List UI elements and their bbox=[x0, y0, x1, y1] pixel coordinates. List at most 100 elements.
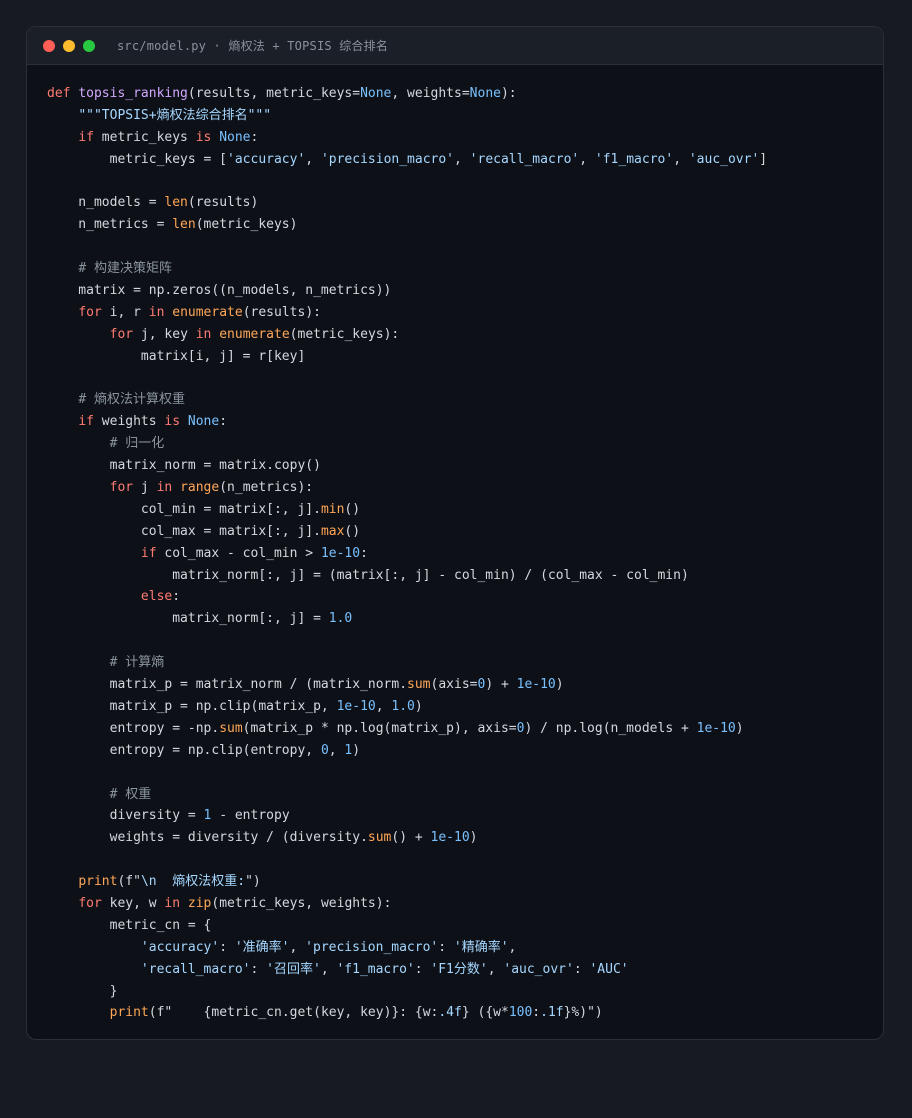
code-token: len bbox=[164, 195, 188, 211]
code-token: 1.0 bbox=[391, 698, 415, 714]
code-token: metric_cn = { bbox=[47, 917, 212, 933]
code-line: matrix[i, j] = r[key] bbox=[47, 346, 767, 368]
code-token: col_max = matrix[:, j]. bbox=[47, 523, 321, 539]
code-line: # 熵权法计算权重 bbox=[47, 389, 767, 411]
code-token: matrix_norm = matrix.copy() bbox=[47, 458, 321, 474]
code-line: for i, r in enumerate(results): bbox=[47, 302, 767, 324]
code-token: (metric_keys): bbox=[289, 326, 400, 342]
code-token: key, w bbox=[101, 895, 165, 911]
code-token: in bbox=[156, 480, 173, 496]
code-token: , bbox=[328, 742, 345, 758]
code-token: for bbox=[78, 895, 102, 911]
code-token: topsis_ranking bbox=[78, 86, 188, 101]
code-token: ) bbox=[469, 830, 478, 846]
code-token: 'f1_macro' bbox=[594, 151, 674, 167]
code-token: (results): bbox=[242, 304, 321, 320]
code-line: matrix_norm[:, j] = 1.0 bbox=[47, 608, 767, 630]
code-line: matrix = np.zeros((n_models, n_metrics)) bbox=[47, 280, 767, 302]
code-token: ) + bbox=[485, 677, 517, 693]
maximize-window-button[interactable] bbox=[83, 39, 95, 52]
code-token: entropy = -np. bbox=[47, 720, 220, 736]
code-token: (axis= bbox=[430, 677, 478, 693]
code-token: : bbox=[250, 129, 259, 145]
code-token: .1f bbox=[540, 1005, 564, 1021]
code-token: j bbox=[133, 480, 157, 496]
code-token: 'precision_macro' bbox=[320, 151, 455, 167]
code-token: 'precision_macro' bbox=[305, 939, 439, 955]
code-token: matrix_p = matrix_norm / (matrix_norm. bbox=[47, 677, 408, 693]
code-token: i, r bbox=[101, 304, 149, 320]
code-line: for j in range(n_metrics): bbox=[47, 477, 767, 499]
code-token: col_max - col_min > bbox=[156, 545, 321, 561]
code-token: sum bbox=[407, 677, 431, 693]
code-token: , bbox=[487, 961, 504, 977]
code-token: # 构建决策矩阵 bbox=[78, 261, 172, 277]
code-line: 'accuracy': '准确率', 'precision_macro': '精… bbox=[47, 937, 767, 959]
code-token: 'AUC' bbox=[589, 961, 629, 977]
code-token: '召回率' bbox=[266, 961, 321, 977]
code-token: else bbox=[140, 589, 173, 605]
code-token: .4f bbox=[438, 1005, 462, 1021]
code-token: (n_metrics): bbox=[219, 480, 314, 496]
code-token: , bbox=[320, 961, 337, 977]
code-token: (matrix_p * np.log(matrix_p), axis= bbox=[242, 720, 517, 736]
code-token: for bbox=[109, 480, 134, 496]
code-token: , bbox=[305, 151, 321, 167]
code-token: matrix[i, j] = r[key] bbox=[47, 348, 306, 364]
code-token: \n 熵权法权重: bbox=[140, 874, 246, 890]
code-token: metric_keys bbox=[93, 129, 196, 145]
code-token: (metric_keys) bbox=[195, 217, 298, 233]
code-line: matrix_norm[:, j] = (matrix[:, j] - col_… bbox=[47, 565, 767, 587]
code-token: 'f1_macro' bbox=[336, 961, 415, 977]
code-token: : bbox=[219, 939, 235, 955]
code-token: for bbox=[78, 304, 102, 320]
code-token: None bbox=[187, 414, 220, 430]
code-token: range bbox=[180, 480, 220, 496]
close-window-button[interactable] bbox=[43, 39, 55, 52]
code-token: : bbox=[219, 414, 228, 430]
code-token: in bbox=[164, 895, 181, 911]
code-line: # 计算熵 bbox=[47, 652, 767, 674]
code-token: '精确率' bbox=[453, 939, 509, 955]
code-line: matrix_norm = matrix.copy() bbox=[47, 455, 767, 477]
code-token: } bbox=[47, 983, 118, 999]
code-line: 'recall_macro': '召回率', 'f1_macro': 'F1分数… bbox=[47, 959, 767, 981]
code-line: def topsis_ranking(results, metric_keys=… bbox=[47, 83, 767, 105]
code-line: matrix_p = matrix_norm / (matrix_norm.su… bbox=[47, 674, 767, 696]
code-token: () bbox=[344, 523, 361, 539]
code-token: diversity = bbox=[47, 808, 204, 824]
code-line: print(f" {metric_cn.get(key, key)}: {w:.… bbox=[47, 1002, 767, 1024]
window-title: src/model.py · 熵权法 + TOPSIS 综合排名 bbox=[117, 39, 389, 53]
code-token: 1e-10 bbox=[320, 545, 361, 561]
code-token: 1.0 bbox=[328, 611, 353, 627]
code-token: ] bbox=[759, 151, 768, 167]
code-line: n_models = len(results) bbox=[47, 192, 767, 214]
code-token: max bbox=[320, 523, 345, 539]
code-token: if bbox=[140, 545, 157, 561]
code-token: , bbox=[508, 939, 517, 955]
title-bar: src/model.py · 熵权法 + TOPSIS 综合排名 bbox=[27, 27, 883, 65]
code-token: ) bbox=[555, 677, 564, 693]
minimize-window-button[interactable] bbox=[63, 39, 75, 52]
code-block[interactable]: def topsis_ranking(results, metric_keys=… bbox=[47, 83, 767, 1024]
code-token: 'accuracy' bbox=[140, 939, 220, 955]
code-token: : bbox=[172, 589, 181, 605]
code-token: ) / np.log(n_models + bbox=[524, 720, 697, 736]
code-line: # 构建决策矩阵 bbox=[47, 258, 767, 280]
code-line: col_min = matrix[:, j].min() bbox=[47, 499, 767, 521]
code-token: 'auc_ovr' bbox=[688, 151, 760, 167]
